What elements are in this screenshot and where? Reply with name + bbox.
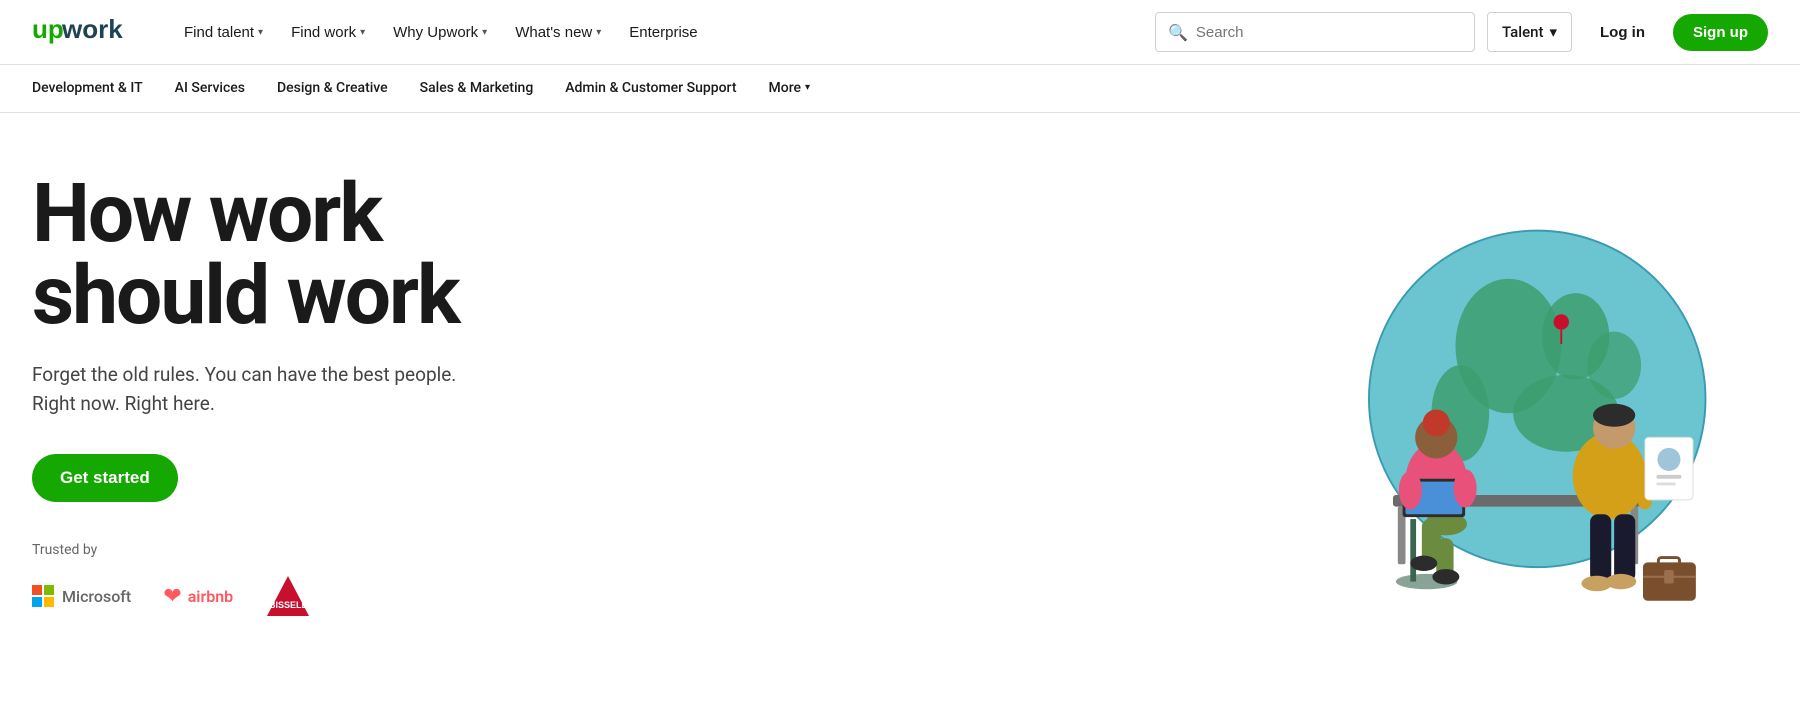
top-navigation: up work Find talent ▾ Find work ▾ Why Up… [0,0,1800,65]
sec-nav-admin-support-label: Admin & Customer Support [565,80,736,96]
sec-nav-dev-it[interactable]: Development & IT [32,65,159,112]
nav-enterprise-label: Enterprise [629,24,697,41]
nav-whats-new-chevron-icon: ▾ [596,27,601,38]
sec-nav-design-creative[interactable]: Design & Creative [261,65,404,112]
ms-square-red [32,585,42,595]
nav-find-work[interactable]: Find work ▾ [279,16,377,49]
nav-find-work-chevron-icon: ▾ [360,27,365,38]
svg-text:up: up [32,16,64,44]
talent-dropdown-label: Talent [1502,23,1543,41]
sec-nav-dev-it-label: Development & IT [32,80,143,96]
microsoft-text: Microsoft [62,587,131,606]
sec-nav-design-creative-label: Design & Creative [277,80,388,96]
nav-right-section: 🔍 Talent ▾ Log in Sign up [1155,12,1768,52]
hero-title-line2: should work [32,248,459,344]
bissell-icon: BISSELL [265,574,311,618]
search-input[interactable] [1196,24,1462,41]
sec-nav-ai-services-label: AI Services [175,80,245,96]
trusted-logos: Microsoft ❤ airbnb BISSELL [32,574,459,618]
airbnb-icon: ❤ [163,584,181,609]
login-button[interactable]: Log in [1584,16,1661,49]
hero-illustration [1268,221,1768,571]
airbnb-text: airbnb [188,587,233,606]
main-nav-links: Find talent ▾ Find work ▾ Why Upwork ▾ W… [172,16,1155,49]
main-content: How work should work Forget the old rule… [0,113,1800,658]
hero-subtitle-line1: Forget the old rules. You can have the b… [32,363,456,386]
sec-nav-more-chevron-icon: ▾ [805,82,810,93]
trusted-section: Trusted by Microsoft ❤ [32,502,459,618]
hero-svg [1268,221,1768,625]
svg-text:BISSELL: BISSELL [269,600,308,610]
sec-nav-more-label: More [769,80,802,96]
airbnb-logo: ❤ airbnb [163,584,233,609]
signup-button[interactable]: Sign up [1673,14,1768,51]
sec-nav-sales-marketing[interactable]: Sales & Marketing [404,65,550,112]
ms-square-green [44,585,54,595]
microsoft-logo: Microsoft [32,585,131,607]
svg-text:work: work [61,16,123,44]
logo[interactable]: up work [32,16,140,48]
search-icon: 🔍 [1168,23,1188,42]
nav-whats-new-label: What's new [515,24,592,41]
sec-nav-admin-support[interactable]: Admin & Customer Support [549,65,752,112]
talent-dropdown[interactable]: Talent ▾ [1487,12,1572,52]
trusted-label: Trusted by [32,542,459,558]
secondary-navigation: Development & IT AI Services Design & Cr… [0,65,1800,113]
nav-enterprise[interactable]: Enterprise [617,16,709,49]
sec-nav-ai-services[interactable]: AI Services [159,65,261,112]
microsoft-grid-icon [32,585,54,607]
nav-why-upwork-label: Why Upwork [393,24,478,41]
search-bar[interactable]: 🔍 [1155,12,1475,52]
hero-subtitle: Forget the old rules. You can have the b… [32,361,459,418]
hero-subtitle-line2: Right now. Right here. [32,392,215,415]
nav-why-upwork[interactable]: Why Upwork ▾ [381,16,499,49]
get-started-button[interactable]: Get started [32,454,178,502]
sec-nav-sales-marketing-label: Sales & Marketing [420,80,534,96]
nav-find-work-label: Find work [291,24,356,41]
bissell-logo: BISSELL [265,574,311,618]
hero-title: How work should work [32,173,459,337]
talent-dropdown-chevron-icon: ▾ [1549,23,1557,41]
nav-find-talent[interactable]: Find talent ▾ [172,16,275,49]
ms-square-blue [32,597,42,607]
hero-left: How work should work Forget the old rule… [32,173,459,618]
nav-whats-new[interactable]: What's new ▾ [503,16,613,49]
ms-square-yellow [44,597,54,607]
hero-section: How work should work Forget the old rule… [0,113,1800,658]
nav-find-talent-label: Find talent [184,24,254,41]
sec-nav-more[interactable]: More ▾ [753,65,827,112]
nav-why-upwork-chevron-icon: ▾ [482,27,487,38]
nav-find-talent-chevron-icon: ▾ [258,27,263,38]
